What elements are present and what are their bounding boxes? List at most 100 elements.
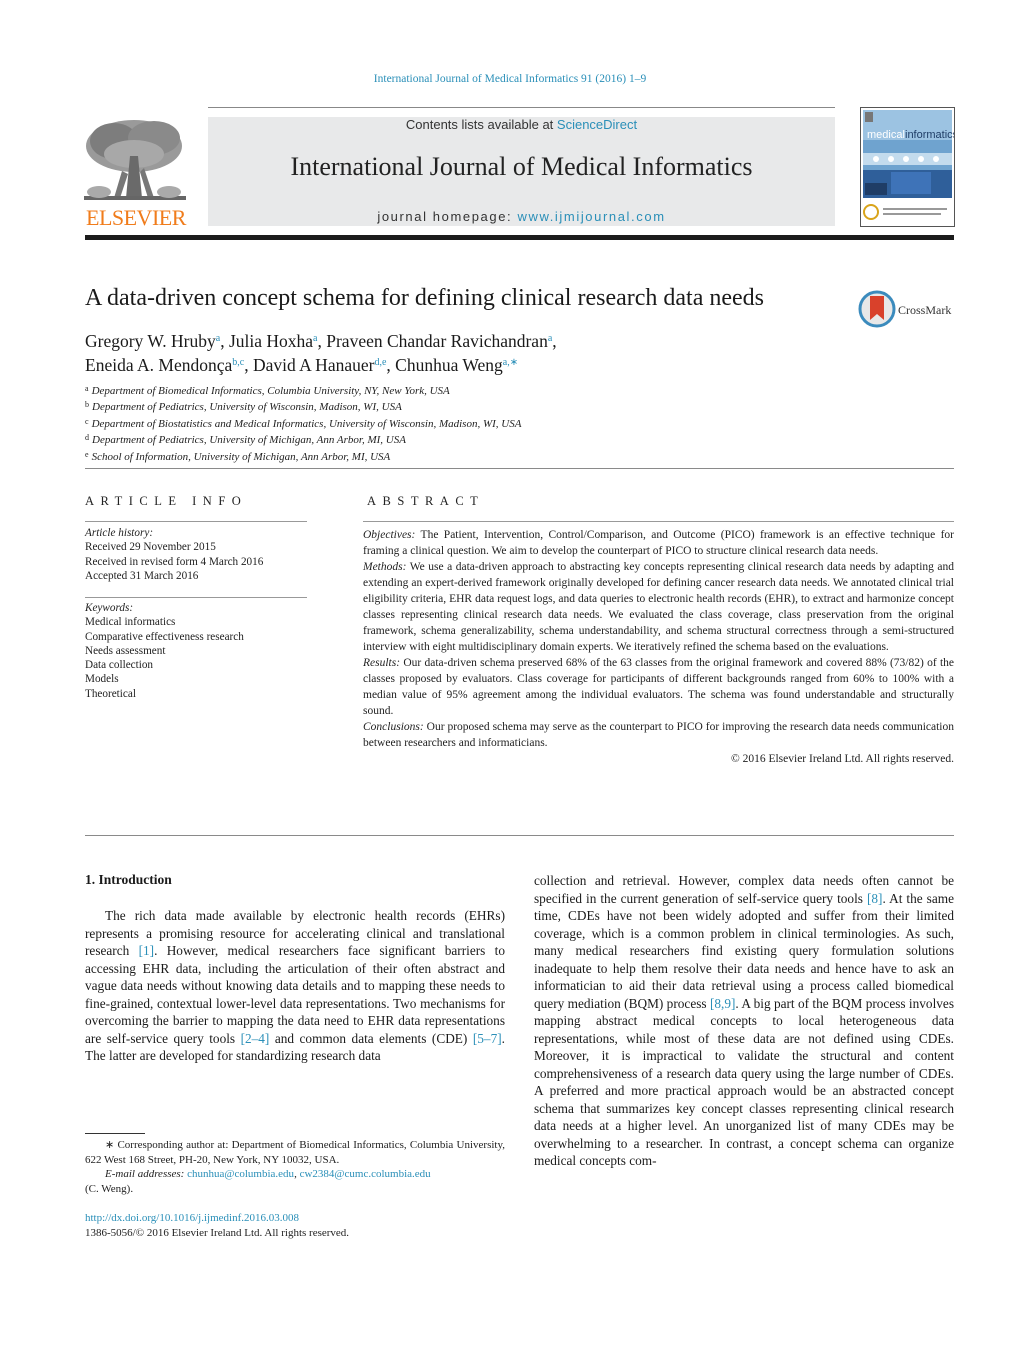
article-history: Article history: Received 29 November 20… xyxy=(85,526,307,583)
cover-title-light: medical xyxy=(867,129,905,141)
abstract-copyright: © 2016 Elsevier Ireland Ltd. All rights … xyxy=(730,753,954,765)
abstract-rule xyxy=(363,521,954,522)
author-name: Chunhua Weng xyxy=(395,355,503,375)
journal-title: International Journal of Medical Informa… xyxy=(290,152,753,181)
affiliation-key: c xyxy=(85,416,89,426)
running-head[interactable]: International Journal of Medical Informa… xyxy=(0,73,1020,85)
abstract-bottom-rule xyxy=(85,835,954,836)
citation-link[interactable]: [5–7] xyxy=(473,1031,502,1046)
masthead-bottom-rule xyxy=(85,235,954,240)
affiliation-marker[interactable]: b,c xyxy=(232,357,244,368)
citation-link[interactable]: [1] xyxy=(139,943,155,958)
citation-link[interactable]: [8] xyxy=(867,891,883,906)
footnote-rule xyxy=(85,1133,145,1134)
keyword-item: Medical informatics xyxy=(85,616,176,629)
doi-block: http://dx.doi.org/10.1016/j.ijmedinf.201… xyxy=(85,1211,349,1241)
journal-cover-thumbnail[interactable]: medical informatics xyxy=(860,107,955,227)
author-line-2: Eneida A. Mendonçab,c, David A Hanauerd,… xyxy=(85,352,557,376)
abstract-objectives: Objectives: The Patient, Intervention, C… xyxy=(363,527,954,559)
keywords-label: Keywords: xyxy=(85,602,134,614)
author-separator: , xyxy=(220,331,229,351)
affiliation-marker[interactable]: a,∗ xyxy=(503,357,518,368)
affiliation-text: Department of Biomedical Informatics, Co… xyxy=(91,385,450,397)
body-text: and common data elements (CDE) xyxy=(269,1030,473,1046)
body-column-right: collection and retrieval. However, compl… xyxy=(534,872,954,1170)
affiliation-marker[interactable]: d,e xyxy=(374,357,386,368)
tree-icon xyxy=(84,116,186,204)
affiliation-item: a Department of Biomedical Informatics, C… xyxy=(85,382,521,398)
affiliation-text: Department of Pediatrics, University of … xyxy=(92,434,406,447)
abstract-results: Results: Our data-driven schema preserve… xyxy=(363,655,954,719)
intro-paragraph-1-cont: collection and retrieval. However, compl… xyxy=(534,872,954,1170)
cover-title-dark: informatics xyxy=(905,129,954,141)
history-received: Received 29 November 2015 xyxy=(85,541,216,554)
body-column-left: The rich data made available by electron… xyxy=(85,907,505,1065)
affiliations-divider xyxy=(85,468,954,469)
affiliation-item: c Department of Biostatistics and Medical… xyxy=(85,415,521,431)
author-separator: , xyxy=(317,331,327,351)
keyword-item: Comparative effectiveness research xyxy=(85,630,244,643)
citation-link[interactable]: [2–4] xyxy=(241,1031,270,1046)
abstract-body: Objectives: The Patient, Intervention, C… xyxy=(363,527,954,767)
affiliation-key: d xyxy=(85,433,89,443)
section-heading-introduction: 1. Introduction xyxy=(85,872,172,887)
affiliation-text: School of Information, University of Mic… xyxy=(91,450,391,463)
doi-link[interactable]: http://dx.doi.org/10.1016/j.ijmedinf.201… xyxy=(85,1211,349,1226)
author-line-1: Gregory W. Hrubya, Julia Hoxhaa, Praveen… xyxy=(85,328,557,352)
objectives-text: The Patient, Intervention, Control/Compa… xyxy=(363,529,954,557)
crossmark-label: CrossMark xyxy=(898,303,952,317)
abstract-methods: Methods: We use a data-driven approach t… xyxy=(363,559,954,655)
crossmark-button[interactable]: CrossMark xyxy=(858,290,958,330)
methods-label: Methods: xyxy=(363,561,407,573)
affiliation-key: a xyxy=(85,384,89,393)
email-owner: (C. Weng). xyxy=(85,1182,134,1195)
homepage-link[interactable]: www.ijmijournal.com xyxy=(517,209,665,224)
history-accepted: Accepted 31 March 2016 xyxy=(85,569,199,582)
author-name: Julia Hoxha xyxy=(228,331,314,351)
author-name: Eneida A. Mendonça xyxy=(85,355,233,375)
affiliation-text: Department of Biostatistics and Medical … xyxy=(91,417,522,430)
objectives-label: Objectives: xyxy=(363,529,416,541)
keyword-item: Models xyxy=(85,673,119,686)
body-text: . At the same time, CDEs have not been w… xyxy=(534,890,954,1011)
history-revised: Received in revised form 4 March 2016 xyxy=(85,555,264,568)
keyword-item: Data collection xyxy=(85,659,154,672)
affiliation-list: a Department of Biomedical Informatics, C… xyxy=(85,382,521,464)
citation-link[interactable]: [8,9] xyxy=(710,996,735,1011)
cover-image-icon: medical informatics xyxy=(861,108,954,226)
author-separator: , xyxy=(386,355,396,375)
conclusions-label: Conclusions: xyxy=(363,721,424,733)
elsevier-wordmark: ELSEVIER xyxy=(86,205,186,230)
corresponding-author-note: ∗ Corresponding author at: Department of… xyxy=(85,1139,505,1166)
homepage-prefix: journal homepage: xyxy=(377,209,518,224)
affiliation-item: e School of Information, University of Mi… xyxy=(85,448,521,464)
email-link[interactable]: chunhua@columbia.edu xyxy=(187,1168,294,1180)
body-text: . A big part of the BQM process involves… xyxy=(534,995,954,1169)
keywords-rule xyxy=(85,597,307,598)
footnote-block: ∗ Corresponding author at: Department of… xyxy=(85,1138,505,1196)
abstract-heading: ABSTRACT xyxy=(367,494,485,508)
affiliation-key: b xyxy=(85,400,89,410)
email-link[interactable]: cw2384@cumc.columbia.edu xyxy=(300,1168,431,1180)
affiliation-text: Department of Pediatrics, University of … xyxy=(92,401,402,414)
keyword-item: Needs assessment xyxy=(85,644,166,657)
results-label: Results: xyxy=(363,657,401,669)
affiliation-item: d Department of Pediatrics, University of… xyxy=(85,431,521,447)
author-name: David A Hanauer xyxy=(252,355,375,375)
header-top-rule xyxy=(208,107,835,108)
author-name: Gregory W. Hruby xyxy=(85,331,216,351)
conclusions-text: Our proposed schema may serve as the cou… xyxy=(363,721,954,749)
methods-text: We use a data-driven approach to abstrac… xyxy=(363,561,954,653)
article-info-heading: ARTICLE INFO xyxy=(85,494,248,508)
keyword-item: Theoretical xyxy=(85,687,136,700)
affiliation-item: b Department of Pediatrics, University of… xyxy=(85,398,521,414)
affiliation-key: e xyxy=(85,449,89,459)
abstract-conclusions: Conclusions: Our proposed schema may ser… xyxy=(363,719,954,751)
sciencedirect-link[interactable]: ScienceDirect xyxy=(557,117,637,132)
keywords-list: Keywords: Medical informatics Comparativ… xyxy=(85,601,307,701)
issn-copyright: 1386-5056/© 2016 Elsevier Ireland Ltd. A… xyxy=(85,1227,350,1239)
crossmark-icon xyxy=(858,290,896,328)
history-label: Article history: xyxy=(85,527,154,539)
author-separator: , xyxy=(244,355,253,375)
homepage-line: journal homepage: www.ijmijournal.com xyxy=(208,209,835,224)
